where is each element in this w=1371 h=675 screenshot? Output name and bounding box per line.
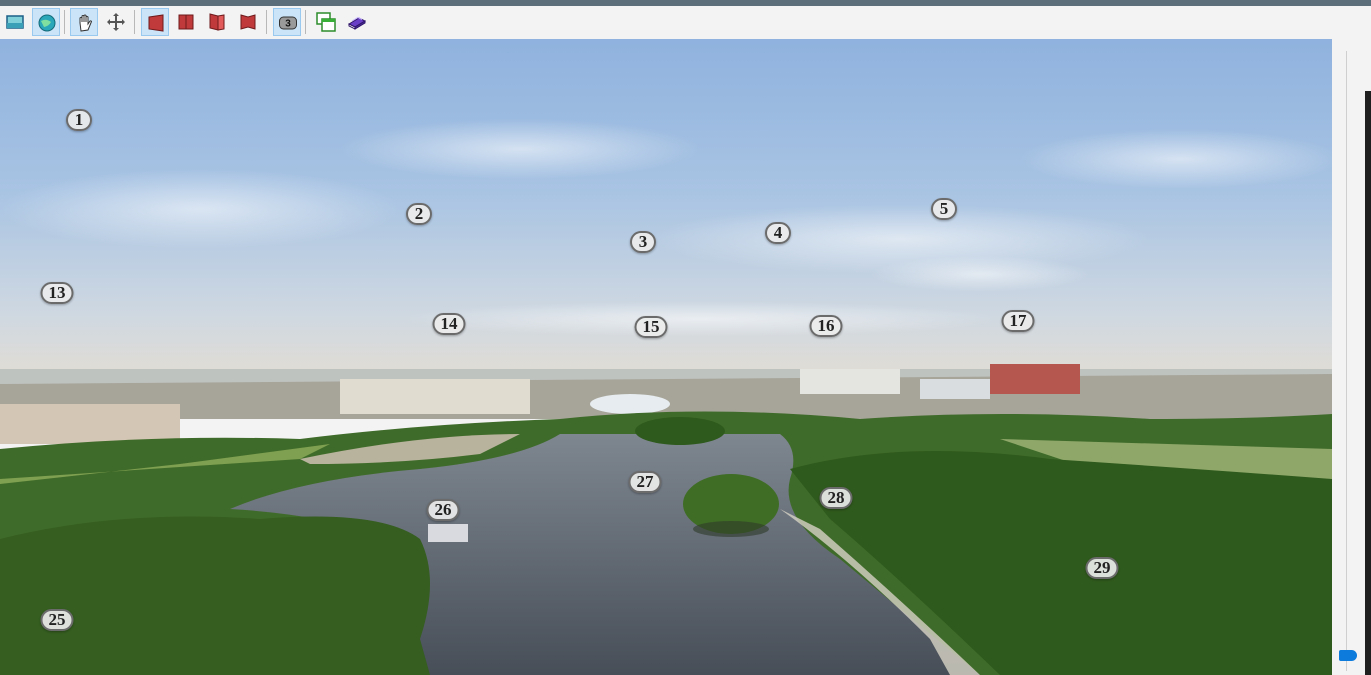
- scroll-rail: [1365, 91, 1371, 675]
- hotspot-marker[interactable]: 2: [406, 203, 432, 225]
- scroll-track: [1346, 51, 1347, 671]
- hotspot-marker[interactable]: 5: [931, 198, 957, 220]
- red-panel-icon: [209, 13, 225, 31]
- view-mode-3-button[interactable]: [203, 8, 231, 36]
- hotspot-marker[interactable]: 13: [40, 282, 74, 304]
- hotspot-marker[interactable]: 15: [634, 316, 668, 338]
- book-icon: [347, 16, 367, 30]
- toolbar-separator: [134, 10, 135, 34]
- hotspot-marker[interactable]: 1: [66, 109, 92, 131]
- scroll-thumb[interactable]: [1339, 650, 1357, 661]
- panorama-viewer[interactable]: 1 2 3 4 5 13 14 15 16 17 25 26 27 28 29: [0, 39, 1332, 675]
- hand-icon: [79, 14, 93, 32]
- help-book-button[interactable]: [343, 8, 371, 36]
- hotspot-marker[interactable]: 14: [432, 313, 466, 335]
- view-mode-1-button[interactable]: [141, 8, 169, 36]
- toolbar-separator: [305, 10, 306, 34]
- flat-view-button[interactable]: [1, 8, 29, 36]
- hotspot-marker[interactable]: 29: [1085, 557, 1119, 579]
- badge-icon: 3: [279, 16, 297, 30]
- toolbar-separator: [64, 10, 65, 34]
- window-icon: [316, 12, 336, 32]
- hotspot-labels-button[interactable]: 3: [273, 8, 301, 36]
- move-arrows-icon: [107, 13, 125, 31]
- vertical-scrollbar[interactable]: [1332, 39, 1371, 675]
- hotspot-marker[interactable]: 25: [40, 609, 74, 631]
- globe-icon: [38, 14, 56, 32]
- hotspot-marker[interactable]: 26: [426, 499, 460, 521]
- red-panel-icon: [148, 14, 164, 32]
- hotspot-marker[interactable]: 16: [809, 315, 843, 337]
- hotspot-marker[interactable]: 4: [765, 222, 791, 244]
- viewer-toolbar: 3: [0, 6, 1371, 39]
- hotspot-marker[interactable]: 28: [819, 487, 853, 509]
- red-panel-icon: [178, 14, 194, 30]
- hotspot-marker[interactable]: 17: [1001, 310, 1035, 332]
- toolbar-separator: [266, 10, 267, 34]
- red-panel-icon: [240, 14, 256, 30]
- hotspot-labels-badge-text: 3: [285, 19, 291, 30]
- new-window-button[interactable]: [312, 8, 340, 36]
- view-mode-4-button[interactable]: [234, 8, 262, 36]
- hotspot-marker[interactable]: 27: [628, 471, 662, 493]
- view-mode-2-button[interactable]: [172, 8, 200, 36]
- hotspot-marker[interactable]: 3: [630, 231, 656, 253]
- flat-panorama-icon: [6, 15, 24, 29]
- panorama-image: [0, 39, 1332, 675]
- move-tool-button[interactable]: [102, 8, 130, 36]
- sphere-view-button[interactable]: [32, 8, 60, 36]
- pan-tool-button[interactable]: [70, 8, 98, 36]
